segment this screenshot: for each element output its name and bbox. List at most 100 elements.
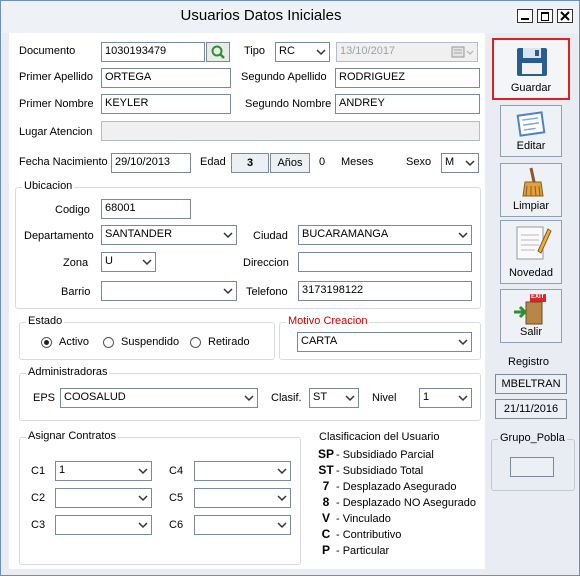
- calendar-icon: [451, 46, 474, 58]
- clasificacion-desc: - Vinculado: [336, 513, 391, 525]
- clasificacion-desc: - Subsidiado Parcial: [336, 449, 434, 461]
- estado-option-activo: Activo: [59, 336, 89, 348]
- close-icon[interactable]: [557, 9, 573, 23]
- radio-activo[interactable]: [41, 337, 52, 348]
- radio-suspendido[interactable]: [103, 337, 114, 348]
- limpiar-button[interactable]: Limpiar: [500, 163, 562, 217]
- segundo-apellido-label: Segundo Apellido: [241, 71, 327, 83]
- c5-label: C5: [169, 492, 184, 504]
- zona-select[interactable]: U: [101, 252, 156, 272]
- direccion-label: Direccion: [243, 257, 289, 269]
- registro-user: MBELTRAN: [495, 374, 567, 394]
- minimize-icon[interactable]: [517, 9, 533, 23]
- clasificacion-item: V - Vinculado: [316, 511, 391, 525]
- c2-label: C2: [31, 492, 46, 504]
- clasificacion-desc: - Desplazado NO Asegurado: [336, 497, 477, 509]
- main-form: Documento 1030193479 Tipo RC 13/10/2017 …: [9, 33, 485, 569]
- clasificacion-code: SP: [317, 447, 334, 461]
- direccion-input[interactable]: [298, 252, 472, 272]
- maximize-icon[interactable]: [537, 9, 553, 23]
- eps-label: EPS: [33, 392, 56, 404]
- nivel-value: 1: [423, 391, 430, 403]
- salir-button[interactable]: EXIT Salir: [500, 289, 562, 343]
- primer-apellido-input[interactable]: ORTEGA: [101, 68, 231, 88]
- ciudad-select[interactable]: BUCARAMANGA: [298, 225, 472, 245]
- broom-icon: [522, 167, 544, 197]
- eps-value: COOSALUD: [64, 391, 126, 403]
- search-button[interactable]: [206, 42, 230, 62]
- departamento-select[interactable]: SANTANDER: [101, 225, 237, 245]
- search-icon: [211, 45, 225, 59]
- c4-select[interactable]: [194, 461, 291, 481]
- edit-icon: [516, 111, 546, 137]
- c1-select[interactable]: 1: [55, 461, 152, 481]
- telefono-input[interactable]: 3173198122: [298, 281, 472, 301]
- clasificacion-desc: - Desplazado Asegurado: [336, 481, 457, 493]
- clasificacion-code: V: [321, 511, 330, 525]
- clasificacion-desc: - Particular: [336, 545, 390, 557]
- barrio-label: Barrio: [61, 286, 91, 298]
- sexo-value: M: [445, 156, 455, 168]
- barrio-select[interactable]: [101, 281, 237, 301]
- chevron-down-icon: [223, 232, 233, 239]
- segundo-nombre-label: Segundo Nombre: [245, 98, 332, 110]
- segundo-nombre-input[interactable]: ANDREY: [335, 94, 480, 114]
- clasificacion-code: P: [321, 543, 330, 557]
- eps-select[interactable]: COOSALUD: [60, 388, 258, 408]
- fecha-nacimiento-input[interactable]: 29/10/2013: [111, 153, 191, 173]
- clasificacion-code: 8: [322, 495, 330, 509]
- clasificacion-item: 7 - Desplazado Asegurado: [316, 479, 457, 493]
- chevron-down-icon: [138, 522, 148, 529]
- clasif-value: ST: [313, 391, 328, 403]
- chevron-down-icon: [316, 49, 326, 56]
- tipo-select[interactable]: RC: [275, 42, 330, 62]
- chevron-down-icon: [458, 395, 468, 402]
- clasif-label: Clasif.: [271, 392, 302, 404]
- meses-value: 0: [319, 156, 326, 168]
- clasificacion-item: P - Particular: [316, 543, 389, 557]
- c3-select[interactable]: [55, 515, 152, 535]
- chevron-down-icon: [142, 259, 152, 266]
- lugar-atencion-label: Lugar Atencion: [19, 126, 93, 138]
- documento-input[interactable]: 1030193479: [101, 42, 205, 62]
- primer-apellido-label: Primer Apellido: [19, 71, 93, 83]
- codigo-label: Codigo: [55, 204, 90, 216]
- sexo-label: Sexo: [406, 156, 432, 168]
- sexo-select[interactable]: M: [441, 153, 479, 173]
- clasif-select[interactable]: ST: [309, 388, 359, 408]
- codigo-input[interactable]: 68001: [101, 199, 191, 219]
- c4-label: C4: [169, 465, 184, 477]
- estado-option-suspendido: Suspendido: [121, 336, 180, 348]
- motivo-title: Motivo Creacion: [286, 315, 370, 327]
- clasificacion-code: 7: [322, 479, 330, 493]
- chevron-down-icon: [277, 495, 287, 502]
- chevron-down-icon: [345, 395, 355, 402]
- novedad-button[interactable]: Novedad: [500, 220, 562, 284]
- clasificacion-code: ST: [318, 463, 334, 477]
- motivo-select[interactable]: CARTA: [297, 332, 472, 352]
- c6-select[interactable]: [194, 515, 291, 535]
- c1-value: 1: [59, 464, 66, 476]
- editar-button[interactable]: Editar: [500, 105, 562, 157]
- zona-value: U: [105, 255, 113, 267]
- c2-select[interactable]: [55, 488, 152, 508]
- salir-label: Salir: [519, 326, 542, 338]
- edad-label: Edad: [200, 156, 226, 168]
- guardar-button[interactable]: Guardar: [492, 38, 570, 100]
- lugar-atencion-input: [101, 121, 480, 141]
- segundo-apellido-input[interactable]: RODRIGUEZ: [335, 68, 480, 88]
- exit-badge: EXIT: [531, 294, 545, 300]
- estado-title: Estado: [26, 315, 65, 327]
- chevron-down-icon: [223, 288, 233, 295]
- chevron-down-icon: [138, 495, 148, 502]
- c1-label: C1: [31, 465, 46, 477]
- documento-label: Documento: [19, 45, 76, 57]
- anos-label: Años: [270, 153, 310, 173]
- radio-retirado[interactable]: [190, 337, 201, 348]
- motivo-value: CARTA: [301, 335, 338, 347]
- nivel-select[interactable]: 1: [419, 388, 472, 408]
- c5-select[interactable]: [194, 488, 291, 508]
- primer-nombre-input[interactable]: KEYLER: [101, 94, 231, 114]
- clasificacion-code: C: [321, 527, 331, 541]
- primer-nombre-label: Primer Nombre: [19, 98, 94, 110]
